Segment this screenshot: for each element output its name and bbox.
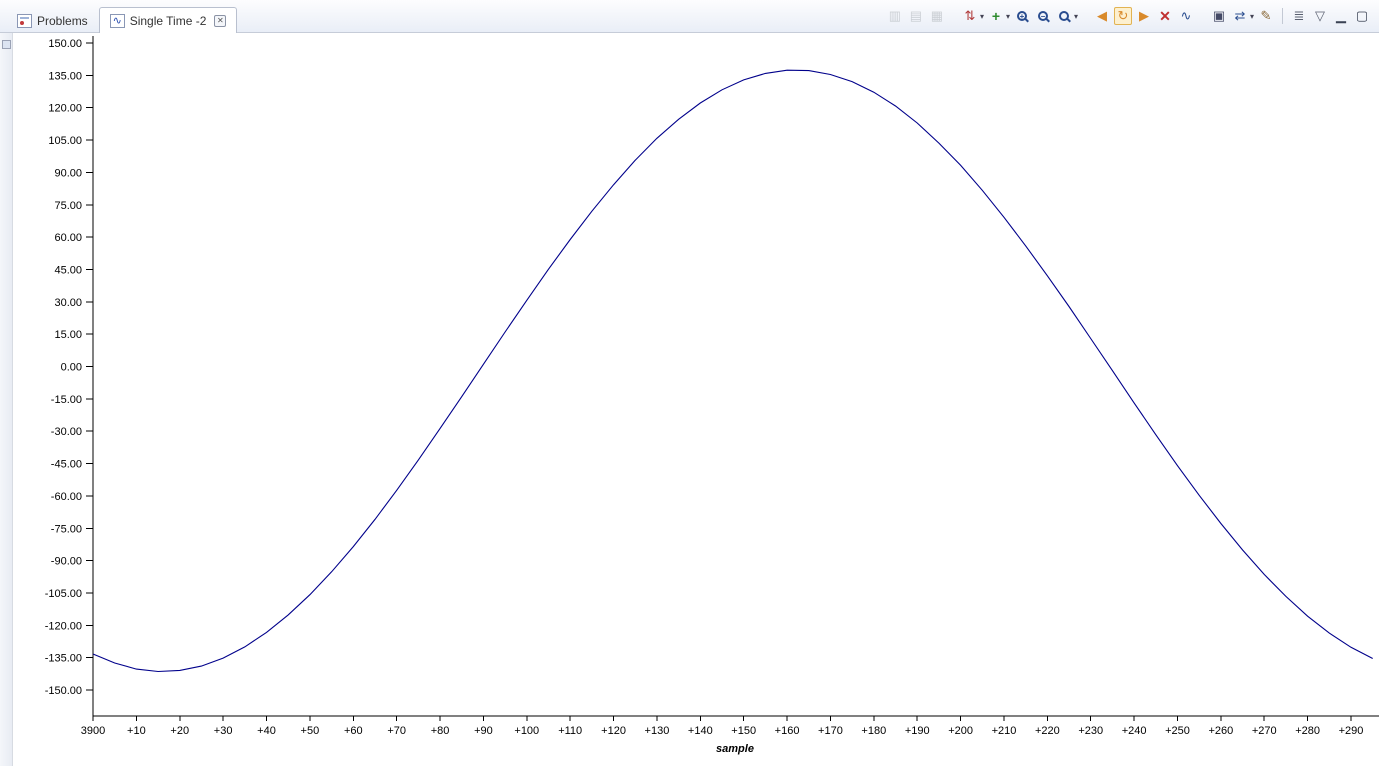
tab-single-time[interactable]: ∿ Single Time -2 ✕ — [98, 7, 238, 33]
transfer-data-icon[interactable]: ⇄ — [1231, 7, 1249, 25]
zoom-in-icon[interactable]: + — [1013, 7, 1031, 25]
svg-text:150.00: 150.00 — [48, 38, 82, 50]
waveform-chart[interactable]: 150.00 135.00 120.00 105.00 90.00 75.00 60.00 4… — [0, 0, 1379, 766]
svg-text:-90.00: -90.00 — [51, 556, 82, 568]
scroll-left-icon[interactable]: ◀ — [1093, 7, 1111, 25]
tab-close-icon[interactable]: ✕ — [214, 14, 227, 27]
import-data-icon: ▦ — [930, 8, 944, 23]
svg-text:-45.00: -45.00 — [51, 459, 82, 471]
svg-text:-60.00: -60.00 — [51, 491, 82, 503]
svg-text:+60: +60 — [344, 725, 363, 737]
svg-text:-105.00: -105.00 — [45, 588, 82, 600]
svg-text:+270: +270 — [1252, 725, 1277, 737]
svg-text:+180: +180 — [861, 725, 886, 737]
tab-problems[interactable]: Problems — [6, 8, 99, 32]
fast-view-trim — [0, 33, 13, 766]
sort-icon-dropdown[interactable]: ▾ — [980, 12, 984, 21]
svg-text:-150.00: -150.00 — [45, 685, 82, 697]
svg-text:+120: +120 — [601, 725, 626, 737]
svg-text:+100: +100 — [514, 725, 539, 737]
transfer-data-icon-dropdown[interactable]: ▾ — [1250, 12, 1254, 21]
tab-single-time-label: Single Time -2 — [129, 13, 207, 28]
svg-text:-15.00: -15.00 — [51, 394, 82, 406]
waveform-icon: ∿ — [109, 13, 125, 28]
svg-text:+20: +20 — [170, 725, 189, 737]
problems-icon — [17, 13, 32, 28]
svg-text:135.00: 135.00 — [48, 70, 82, 82]
export-data-icon: ▥ — [888, 8, 902, 23]
freeze-data-icon[interactable]: ▣ — [1210, 7, 1228, 25]
svg-text:-30.00: -30.00 — [51, 426, 82, 438]
svg-text:60.00: 60.00 — [54, 232, 82, 244]
add-graph-icon[interactable]: + — [987, 7, 1005, 25]
svg-text:90.00: 90.00 — [54, 167, 82, 179]
svg-text:+90: +90 — [474, 725, 493, 737]
svg-text:+250: +250 — [1165, 725, 1190, 737]
svg-text:sample: sample — [716, 743, 754, 755]
svg-text:+170: +170 — [818, 725, 843, 737]
graph-type-icon[interactable]: ∿ — [1177, 7, 1195, 25]
svg-text:+220: +220 — [1035, 725, 1060, 737]
svg-text:+80: +80 — [431, 725, 450, 737]
remove-all-icon[interactable]: ✕ — [1156, 7, 1174, 25]
graph-properties-icon[interactable]: ✎ — [1257, 7, 1275, 25]
svg-text:+140: +140 — [688, 725, 713, 737]
svg-text:-75.00: -75.00 — [51, 523, 82, 535]
svg-text:+40: +40 — [257, 725, 276, 737]
pin-data-icon: ▤ — [909, 8, 923, 23]
svg-text:-135.00: -135.00 — [45, 653, 82, 665]
svg-text:120.00: 120.00 — [48, 103, 82, 115]
svg-text:3900: 3900 — [81, 725, 105, 737]
svg-text:+280: +280 — [1295, 725, 1320, 737]
svg-text:+160: +160 — [775, 725, 800, 737]
toolbar-sep — [1282, 8, 1283, 24]
svg-text:+290: +290 — [1339, 725, 1364, 737]
add-graph-icon-dropdown[interactable]: ▾ — [1006, 12, 1010, 21]
svg-text:-120.00: -120.00 — [45, 620, 82, 632]
svg-text:+110: +110 — [558, 725, 582, 737]
zoom-out-icon[interactable]: − — [1034, 7, 1052, 25]
minimize-view-icon[interactable]: ▁ — [1332, 7, 1350, 25]
tab-problems-label: Problems — [37, 13, 88, 28]
svg-text:45.00: 45.00 — [54, 264, 82, 276]
svg-text:+200: +200 — [948, 725, 973, 737]
restore-view-icon[interactable] — [1, 40, 11, 49]
svg-text:+230: +230 — [1078, 725, 1103, 737]
svg-text:+240: +240 — [1122, 725, 1147, 737]
svg-text:75.00: 75.00 — [54, 200, 82, 212]
svg-text:+130: +130 — [645, 725, 670, 737]
svg-text:+10: +10 — [127, 725, 146, 737]
svg-text:0.00: 0.00 — [61, 362, 82, 374]
svg-text:+210: +210 — [992, 725, 1017, 737]
svg-text:+30: +30 — [214, 725, 233, 737]
svg-text:15.00: 15.00 — [54, 329, 82, 341]
svg-text:+150: +150 — [731, 725, 756, 737]
sync-refresh-icon[interactable]: ↻ — [1113, 7, 1132, 25]
zoom-fit-icon-dropdown[interactable]: ▾ — [1074, 12, 1078, 21]
svg-text:+190: +190 — [905, 725, 930, 737]
svg-text:+260: +260 — [1208, 725, 1233, 737]
graph-toolbar: ▥ ▤ ▦ ⇅ ▾ + ▾ + − ▾ ◀ ↻ ▶ ✕ ∿ ▣ ⇄ ▾ ✎ ≣ ▽ ▁ ▢ — [886, 7, 1379, 25]
svg-text:+50: +50 — [301, 725, 320, 737]
svg-text:105.00: 105.00 — [48, 135, 82, 147]
view-chevron-icon[interactable]: ▽ — [1311, 7, 1329, 25]
maximize-view-icon[interactable]: ▢ — [1353, 7, 1371, 25]
view-menu-icon[interactable]: ≣ — [1290, 7, 1308, 25]
svg-text:+70: +70 — [387, 725, 406, 737]
scroll-right-icon[interactable]: ▶ — [1135, 7, 1153, 25]
zoom-fit-icon[interactable] — [1055, 7, 1073, 25]
sort-icon[interactable]: ⇅ — [961, 7, 979, 25]
svg-text:30.00: 30.00 — [54, 297, 82, 309]
view-tabbar: Problems ∿ Single Time -2 ✕ ▥ ▤ ▦ ⇅ ▾ + ▾ + − ▾ ◀ ↻… — [0, 0, 1379, 33]
